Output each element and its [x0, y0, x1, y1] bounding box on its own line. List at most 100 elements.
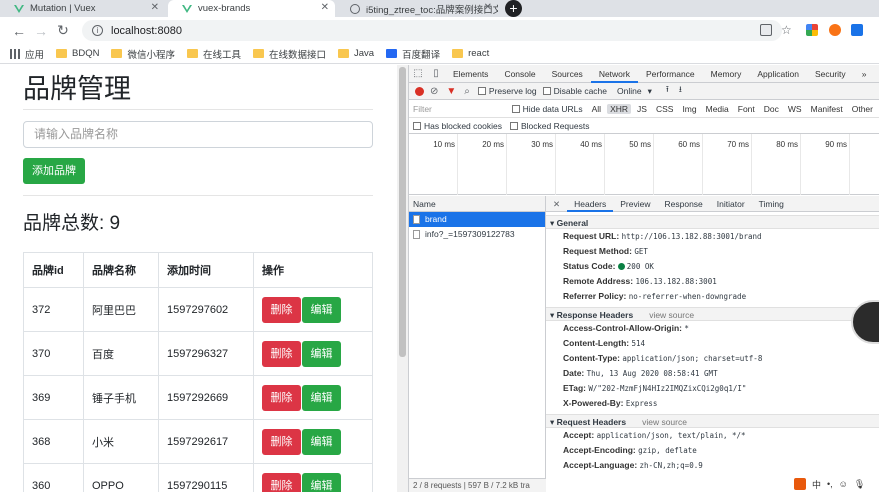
edit-button[interactable]: 编辑: [302, 428, 341, 455]
blocked-requests-checkbox[interactable]: [509, 121, 518, 130]
preserve-log-checkbox[interactable]: [477, 87, 486, 95]
edit-button[interactable]: 编辑: [302, 340, 341, 367]
extension-icon[interactable]: [851, 24, 863, 36]
network-overview-timeline[interactable]: 10 ms 20 ms 30 ms 40 ms 50 ms 60 ms 70 m…: [409, 134, 879, 195]
request-row-brand[interactable]: brand: [409, 212, 545, 227]
devtools-tab-network[interactable]: Network: [590, 65, 638, 83]
browser-tab-vuex-brands[interactable]: vuex-brands ✕: [168, 0, 335, 17]
delete-button[interactable]: 删除: [262, 472, 301, 492]
devtools-tab-security[interactable]: Security: [807, 65, 854, 83]
extension-icon[interactable]: [829, 24, 841, 36]
inspect-element-icon[interactable]: ⬚: [409, 65, 427, 83]
type-filter-doc[interactable]: Doc: [761, 104, 782, 114]
view-source-link[interactable]: view source: [642, 417, 687, 427]
devtools-tab-sources[interactable]: Sources: [544, 65, 591, 83]
type-filter-other[interactable]: Other: [849, 104, 876, 114]
back-icon[interactable]: ←: [8, 23, 30, 39]
device-toolbar-icon[interactable]: ▯: [427, 65, 445, 83]
view-source-link[interactable]: view source: [649, 310, 694, 320]
close-icon[interactable]: ✕: [151, 2, 159, 13]
disable-cache-checkbox[interactable]: [542, 87, 551, 95]
type-filter-xhr[interactable]: XHR: [607, 103, 632, 114]
export-har-icon[interactable]: ⭳: [679, 84, 682, 98]
response-headers-section-header[interactable]: ▾ Response Headers view source: [546, 307, 879, 321]
devtools-tab-elements[interactable]: Elements: [445, 65, 496, 83]
microphone-icon[interactable]: 🎙: [854, 479, 865, 490]
page-scrollbar[interactable]: [397, 65, 408, 492]
delete-button[interactable]: 删除: [262, 428, 301, 455]
delete-button[interactable]: 删除: [262, 340, 301, 367]
type-filter-js[interactable]: JS: [634, 104, 650, 114]
divider: [23, 195, 373, 196]
throttling-select[interactable]: Online: [617, 86, 642, 96]
reload-icon[interactable]: ↻: [52, 22, 74, 39]
import-har-icon[interactable]: ⭱: [666, 84, 669, 98]
hide-data-urls-checkbox[interactable]: [512, 104, 520, 113]
bookmark-bdqn[interactable]: BDQN: [56, 48, 99, 59]
filter-icon[interactable]: ▼: [446, 86, 456, 97]
type-filter-font[interactable]: Font: [735, 104, 758, 114]
edit-button[interactable]: 编辑: [302, 384, 341, 411]
delete-button[interactable]: 删除: [262, 296, 301, 323]
bookmark-label: 应用: [25, 49, 45, 61]
bookmark-online-api[interactable]: 在线数据接口: [253, 47, 326, 61]
detail-tab-timing[interactable]: Timing: [752, 196, 791, 212]
devtools-tab-console[interactable]: Console: [496, 65, 543, 83]
detail-tab-preview[interactable]: Preview: [613, 196, 657, 212]
devtools-tab-memory[interactable]: Memory: [703, 65, 750, 83]
general-section-header[interactable]: ▾ General: [546, 215, 879, 229]
delete-button[interactable]: 删除: [262, 384, 301, 411]
extension-icon[interactable]: [806, 24, 818, 36]
filter-input[interactable]: Filter: [413, 104, 512, 114]
star-icon[interactable]: ☆: [781, 24, 793, 36]
has-blocked-cookies-checkbox[interactable]: [413, 121, 421, 130]
record-icon[interactable]: [415, 86, 424, 96]
info-icon[interactable]: i: [92, 25, 103, 36]
brand-search-input[interactable]: 请输入品牌名称: [23, 121, 373, 148]
ime-logo-icon[interactable]: [794, 478, 806, 490]
scrollbar-thumb[interactable]: [399, 67, 406, 357]
new-tab-button[interactable]: +: [505, 0, 522, 17]
bookmark-java[interactable]: Java: [338, 48, 374, 59]
forward-icon[interactable]: →: [30, 23, 52, 39]
devtools-tab-performance[interactable]: Performance: [638, 65, 703, 83]
emoji-icon[interactable]: ☺: [839, 479, 848, 489]
punctuation-icon[interactable]: •,: [827, 479, 833, 489]
detail-tab-initiator[interactable]: Initiator: [710, 196, 752, 212]
clear-icon[interactable]: ⊘: [430, 86, 438, 97]
type-filter-img[interactable]: Img: [679, 104, 699, 114]
close-icon[interactable]: ✕: [321, 2, 329, 13]
bookmark-apps[interactable]: 应用: [10, 47, 44, 61]
tick-label: 70 ms: [727, 140, 749, 149]
browser-tab-mutation[interactable]: Mutation | Vuex ✕: [0, 0, 165, 17]
translate-icon[interactable]: [760, 24, 772, 36]
detail-tab-response[interactable]: Response: [658, 196, 710, 212]
header-value: no-referrer-when-downgrade: [628, 292, 747, 301]
close-detail-icon[interactable]: ✕: [546, 196, 567, 212]
type-filter-media[interactable]: Media: [703, 104, 732, 114]
name-column-header[interactable]: Name: [409, 196, 545, 212]
browser-tab-ztree[interactable]: i5ting_ztree_toc:品牌案例接口文 ✕: [336, 0, 498, 17]
add-brand-button[interactable]: 添加品牌: [23, 158, 85, 184]
bookmark-react[interactable]: react: [452, 48, 489, 59]
request-headers-section-header[interactable]: ▾ Request Headers view source: [546, 414, 879, 428]
close-icon[interactable]: ✕: [484, 2, 492, 13]
edit-button[interactable]: 编辑: [302, 472, 341, 492]
request-row-info[interactable]: info?_=1597309122783: [409, 227, 545, 242]
ime-mode-label[interactable]: 中: [812, 478, 821, 491]
chevron-down-icon[interactable]: ▾: [648, 86, 652, 97]
type-filter-ws[interactable]: WS: [785, 104, 805, 114]
edit-button[interactable]: 编辑: [302, 296, 341, 323]
bookmark-baidu-translate[interactable]: 百度翻译: [386, 47, 440, 61]
search-icon[interactable]: ⌕: [464, 86, 470, 97]
type-filter-all[interactable]: All: [589, 104, 604, 114]
detail-tab-headers[interactable]: Headers: [567, 196, 614, 212]
more-tabs-button[interactable]: »: [854, 65, 875, 83]
tick-label: 50 ms: [629, 140, 651, 149]
address-bar[interactable]: i localhost:8080: [82, 20, 782, 41]
devtools-tab-application[interactable]: Application: [749, 65, 807, 83]
bookmark-online-tools[interactable]: 在线工具: [186, 47, 241, 61]
type-filter-css[interactable]: CSS: [653, 104, 676, 114]
bookmark-wechat[interactable]: 微信小程序: [111, 47, 175, 61]
type-filter-manifest[interactable]: Manifest: [808, 104, 846, 114]
